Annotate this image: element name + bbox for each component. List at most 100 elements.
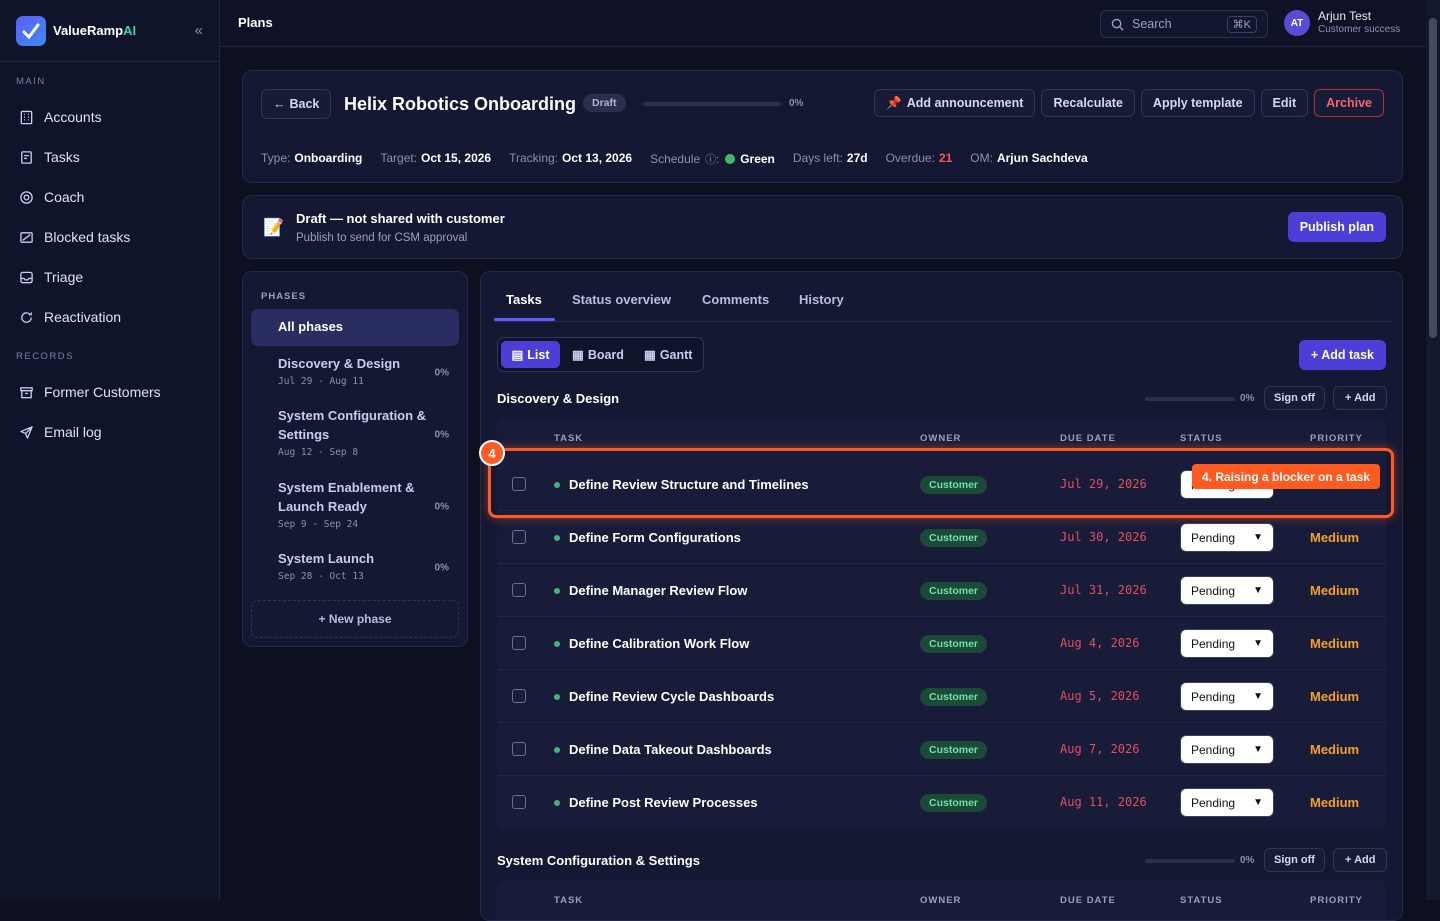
meta-tracking: Tracking: Oct 13, 2026 bbox=[509, 151, 633, 165]
phase-item[interactable]: System Configuration & Settings Aug 12 - … bbox=[251, 406, 459, 463]
tasks-panel: Tasks Status overview Comments History ▤… bbox=[480, 271, 1403, 921]
phase-item[interactable]: Discovery & Design Jul 29 - Aug 11 0% bbox=[251, 354, 459, 392]
apply-template-button[interactable]: Apply template bbox=[1140, 89, 1255, 117]
status-value: Pending bbox=[1191, 795, 1236, 810]
sidebar-item-triage[interactable]: Triage bbox=[0, 257, 219, 297]
blocked-icon bbox=[18, 229, 34, 245]
sidebar-item-accounts[interactable]: Accounts bbox=[0, 97, 219, 137]
table-row[interactable]: Define Post Review Processes Customer Aug … bbox=[497, 776, 1386, 829]
phase-name: System Launch bbox=[278, 551, 375, 566]
table-row[interactable]: Define Manager Review Flow Customer Jul 31… bbox=[497, 564, 1386, 617]
section-progress-bar bbox=[1145, 859, 1235, 863]
publish-plan-button[interactable]: Publish plan bbox=[1287, 212, 1386, 242]
building-icon bbox=[18, 109, 34, 125]
user-name: Arjun Test bbox=[1318, 9, 1372, 23]
col-task: TASK bbox=[554, 895, 584, 906]
sidebar-item-reactivation[interactable]: Reactivation bbox=[0, 297, 219, 337]
col-due-date: DUE DATE bbox=[1060, 433, 1116, 444]
view-board-button[interactable]: ▦ Board bbox=[572, 341, 624, 368]
sidebar-item-former-customers[interactable]: Former Customers bbox=[0, 372, 219, 412]
task-checkbox[interactable] bbox=[512, 742, 526, 756]
phases-panel: PHASES All phases Discovery & Design Jul … bbox=[242, 271, 468, 647]
document-icon: 📝 bbox=[263, 218, 285, 237]
table-row[interactable]: Define Calibration Work Flow Customer Aug … bbox=[497, 617, 1386, 670]
chevron-down-icon: ▼ bbox=[1253, 744, 1263, 755]
priority-label: Medium bbox=[1310, 742, 1360, 757]
back-button[interactable]: ← Back bbox=[261, 89, 332, 119]
status-select[interactable]: Pending ▼ bbox=[1180, 629, 1274, 658]
owner-badge: Customer bbox=[920, 529, 988, 547]
refresh-icon bbox=[18, 309, 34, 325]
tab-history[interactable]: History bbox=[799, 292, 844, 307]
info-icon: ⓘ: bbox=[705, 154, 720, 166]
user-menu[interactable]: AT Arjun Test Customer success bbox=[1284, 10, 1400, 36]
view-list-button[interactable]: ▤ List bbox=[501, 341, 560, 368]
sidebar-item-email-log[interactable]: Email log bbox=[0, 412, 219, 452]
phase-item[interactable]: System Enablement & Launch Ready Sep 9 - … bbox=[251, 478, 459, 535]
table-row[interactable]: Define Form Configurations Customer Jul 30… bbox=[497, 511, 1386, 564]
table-row[interactable]: Define Review Cycle Dashboards Customer Au… bbox=[497, 670, 1386, 723]
sign-off-button[interactable]: Sign off bbox=[1264, 386, 1325, 410]
tab-comments[interactable]: Comments bbox=[702, 292, 769, 307]
status-select[interactable]: Pending ▼ bbox=[1180, 682, 1274, 711]
collapse-sidebar-icon[interactable]: « bbox=[195, 22, 203, 39]
status-select[interactable]: Pending ▼ bbox=[1180, 576, 1274, 605]
task-name[interactable]: Define Post Review Processes bbox=[569, 795, 758, 810]
add-section-task-button[interactable]: + Add bbox=[1333, 848, 1388, 872]
list-icon: ▤ bbox=[511, 348, 524, 362]
task-checkbox[interactable] bbox=[512, 689, 526, 703]
tab-status-overview[interactable]: Status overview bbox=[572, 292, 671, 307]
sidebar-item-label: Tasks bbox=[44, 149, 80, 165]
scrollbar[interactable] bbox=[1426, 0, 1440, 900]
phase-name: System Enablement & Launch Ready bbox=[278, 480, 415, 514]
phase-dates: Sep 28 - Oct 13 bbox=[278, 571, 364, 582]
task-name[interactable]: Define Data Takeout Dashboards bbox=[569, 742, 772, 757]
view-gantt-button[interactable]: ▦ Gantt bbox=[644, 341, 692, 368]
section-title: Discovery & Design bbox=[497, 391, 620, 406]
task-name[interactable]: Define Manager Review Flow bbox=[569, 583, 747, 598]
col-owner: OWNER bbox=[920, 895, 962, 906]
status-value: Pending bbox=[1191, 742, 1236, 757]
priority-label: Medium bbox=[1310, 530, 1360, 545]
recalculate-button[interactable]: Recalculate bbox=[1041, 89, 1135, 117]
sidebar-item-blocked-tasks[interactable]: Blocked tasks bbox=[0, 217, 219, 257]
archive-button[interactable]: Archive bbox=[1314, 89, 1384, 117]
sign-off-button[interactable]: Sign off bbox=[1264, 848, 1325, 872]
owner-badge: Customer bbox=[920, 635, 988, 653]
task-name[interactable]: Define Calibration Work Flow bbox=[569, 636, 749, 651]
task-name[interactable]: Define Form Configurations bbox=[569, 530, 741, 545]
add-section-task-button[interactable]: + Add bbox=[1333, 386, 1388, 410]
draft-title: Draft — not shared with customer bbox=[296, 211, 505, 226]
tab-tasks[interactable]: Tasks bbox=[506, 292, 542, 307]
add-announcement-button[interactable]: 📌 Add announcement bbox=[874, 89, 1036, 117]
sidebar-item-tasks[interactable]: Tasks bbox=[0, 137, 219, 177]
table-row[interactable]: Define Data Takeout Dashboards Customer Au… bbox=[497, 723, 1386, 776]
sidebar-item-coach[interactable]: Coach bbox=[0, 177, 219, 217]
target-icon bbox=[18, 189, 34, 205]
search-icon bbox=[1111, 18, 1124, 31]
task-checkbox[interactable] bbox=[512, 583, 526, 597]
task-checkbox[interactable] bbox=[512, 795, 526, 809]
task-checkbox[interactable] bbox=[512, 530, 526, 544]
new-phase-button[interactable]: + New phase bbox=[251, 600, 459, 638]
add-task-button[interactable]: + Add task bbox=[1298, 340, 1386, 370]
col-priority: PRIORITY bbox=[1310, 895, 1363, 906]
task-status-dot bbox=[554, 535, 560, 541]
edit-button[interactable]: Edit bbox=[1260, 89, 1309, 117]
plan-meta: Type: Onboarding Target: Oct 15, 2026 Trac… bbox=[261, 151, 1088, 167]
scrollbar-thumb[interactable] bbox=[1429, 18, 1437, 338]
task-name[interactable]: Define Review Cycle Dashboards bbox=[569, 689, 774, 704]
phase-item[interactable]: System Launch Sep 28 - Oct 13 0% bbox=[251, 549, 459, 587]
search-input[interactable]: Search ⌘K bbox=[1100, 10, 1268, 38]
status-select[interactable]: Pending ▼ bbox=[1180, 523, 1274, 552]
meta-days-left: Days left: 27d bbox=[792, 151, 868, 165]
status-select[interactable]: Pending ▼ bbox=[1180, 735, 1274, 764]
send-icon bbox=[18, 424, 34, 440]
priority-label: Medium bbox=[1310, 636, 1360, 651]
status-select[interactable]: Pending ▼ bbox=[1180, 788, 1274, 817]
task-checkbox[interactable] bbox=[512, 636, 526, 650]
plan-progress-label: 0% bbox=[789, 98, 804, 109]
all-phases-item[interactable]: All phases bbox=[251, 309, 459, 346]
inbox-icon bbox=[18, 269, 34, 285]
phase-progress: 0% bbox=[434, 501, 449, 512]
